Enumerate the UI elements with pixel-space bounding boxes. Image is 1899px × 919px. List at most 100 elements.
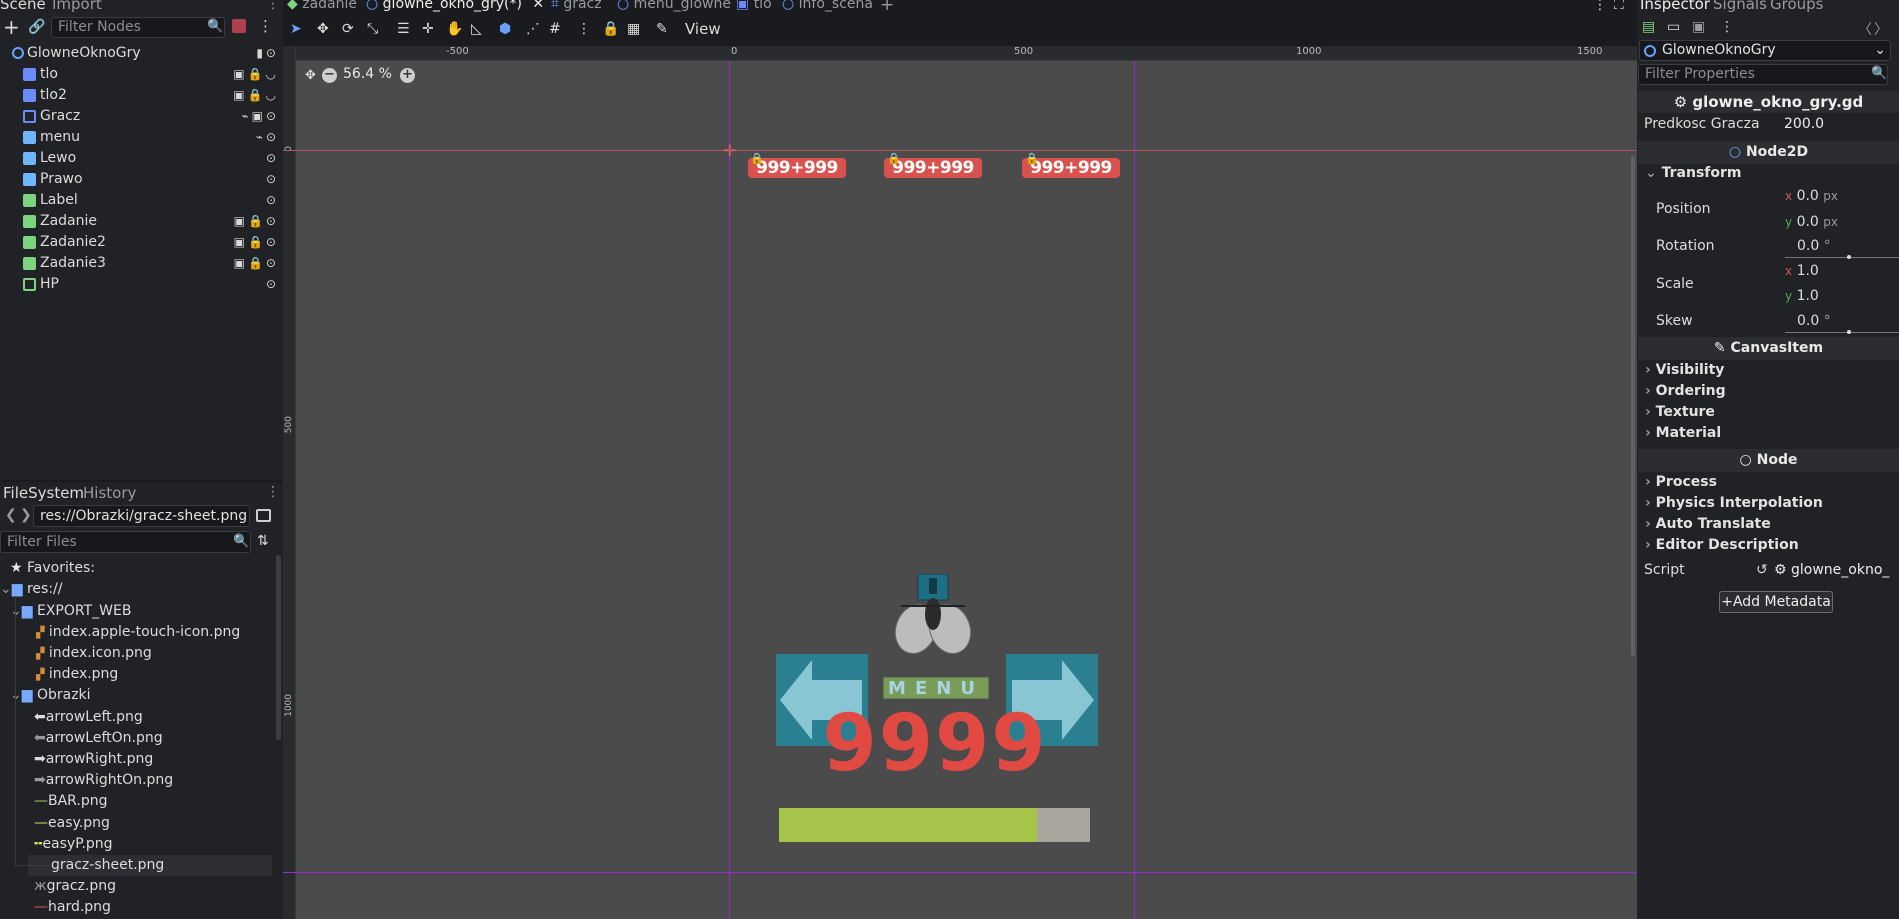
- group-visibility[interactable]: › Visibility: [1645, 362, 1724, 378]
- center-view-icon[interactable]: ✥: [305, 68, 316, 83]
- scale-tool-icon[interactable]: ⤡: [367, 21, 378, 37]
- tab-scene[interactable]: Scene: [0, 0, 46, 13]
- scale-y-field[interactable]: y 1.0: [1785, 288, 1819, 304]
- position-y-field[interactable]: y 0.0 px: [1785, 214, 1838, 230]
- file-item[interactable]: ▞ index.icon.png: [36, 643, 152, 664]
- zoom-out-icon[interactable]: −: [322, 68, 337, 83]
- file-item[interactable]: —easy.png: [34, 813, 110, 834]
- sort-icon[interactable]: ⇅: [257, 533, 269, 549]
- favorites-item[interactable]: ★ Favorites:: [10, 558, 95, 579]
- export-web-folder[interactable]: ⌄▆ EXPORT_WEB: [10, 601, 131, 622]
- path-field[interactable]: res://Obrazki/gracz-sheet.png: [33, 505, 250, 527]
- file-item[interactable]: ➡arrowRight.png: [34, 749, 153, 770]
- file-item[interactable]: ➡arrowRightOn.png: [34, 770, 173, 791]
- tab-signals[interactable]: Signals: [1713, 0, 1767, 13]
- node-lock-icons[interactable]: ▣🔒⊙: [234, 253, 279, 274]
- snap-settings-icon[interactable]: ⋰: [526, 21, 540, 37]
- tab-info-scena[interactable]: ○ info_scena: [782, 0, 873, 12]
- file-item-selected[interactable]: gracz-sheet.png: [51, 855, 164, 876]
- scrollbar[interactable]: [276, 555, 281, 740]
- group-texture[interactable]: › Texture: [1645, 404, 1715, 420]
- filter-properties-input[interactable]: Filter Properties: [1638, 64, 1888, 85]
- group-auto-translate[interactable]: › Auto Translate: [1645, 516, 1771, 532]
- dock-menu-icon[interactable]: ⋮: [266, 0, 280, 12]
- grid-snap-icon[interactable]: #: [549, 21, 561, 37]
- node-lock-icons[interactable]: ▣🔒◡: [233, 85, 279, 106]
- select-tool-icon[interactable]: ➤: [290, 21, 302, 37]
- file-item[interactable]: ▞ index.png: [36, 664, 118, 685]
- scale-x-field[interactable]: x 1.0: [1785, 263, 1819, 279]
- tab-zadanie[interactable]: ◆ zadanie: [287, 0, 357, 12]
- lock-icon[interactable]: 🔒: [602, 21, 619, 37]
- move-tool-icon[interactable]: ✥: [317, 21, 329, 37]
- tab-glowne-okno-gry[interactable]: ○ glowne_okno_gry(*) ✕: [366, 0, 544, 12]
- forward-arrow-icon[interactable]: ❯: [20, 507, 32, 523]
- eye-icon[interactable]: ⊙: [266, 274, 279, 295]
- file-item[interactable]: ╍easyP.png: [34, 834, 113, 855]
- tab-inspector[interactable]: Inspector: [1640, 0, 1710, 13]
- eye-icon[interactable]: ⊙: [266, 148, 279, 169]
- rotation-field[interactable]: 0.0 °: [1797, 238, 1831, 254]
- group-material[interactable]: › Material: [1645, 425, 1721, 441]
- tab-filesystem[interactable]: FileSystem: [3, 484, 84, 502]
- file-item[interactable]: ▞ index.apple-touch-icon.png: [36, 622, 240, 643]
- distraction-free-icon[interactable]: ⛶: [1614, 0, 1624, 13]
- group-icon[interactable]: ▦: [627, 21, 640, 37]
- tree-node-zadanie3[interactable]: Zadanie3 ▣🔒⊙: [0, 253, 283, 274]
- tree-node-gracz[interactable]: Gracz ⌁▣⊙: [0, 106, 283, 127]
- tree-node-tlo2[interactable]: tlo2 ▣🔒◡: [0, 85, 283, 106]
- group-process[interactable]: › Process: [1645, 474, 1717, 490]
- canvas-viewport[interactable]: -500 0 500 1000 1500 0 500 1000 ✥ − 56.4…: [283, 46, 1637, 919]
- dock-menu-icon[interactable]: ⋮: [266, 484, 280, 500]
- zoom-in-icon[interactable]: +: [400, 68, 415, 83]
- node-signal-icons[interactable]: ⌁⊙: [256, 127, 279, 148]
- tab-history[interactable]: History: [83, 484, 136, 502]
- save-icon[interactable]: ▣: [1692, 19, 1705, 35]
- tab-tlo[interactable]: ▣ tlo: [736, 0, 772, 12]
- tab-import[interactable]: Import: [52, 0, 102, 13]
- tab-menu-glowne[interactable]: ○ menu_glowne: [617, 0, 731, 12]
- add-tab-icon[interactable]: +: [880, 0, 894, 15]
- split-view-icon[interactable]: [256, 509, 271, 522]
- open-folder-icon[interactable]: ▭: [1667, 19, 1680, 35]
- tree-node-zadanie[interactable]: Zadanie ▣🔒⊙: [0, 211, 283, 232]
- inspector-menu-icon[interactable]: ⋮: [1720, 19, 1734, 35]
- tree-node-prawo[interactable]: Prawo ⊙: [0, 169, 283, 190]
- property-value[interactable]: 200.0: [1784, 116, 1824, 132]
- section-node[interactable]: ○ Node: [1638, 449, 1899, 472]
- rotation-slider[interactable]: [1785, 257, 1899, 258]
- link-icon[interactable]: 🔗: [28, 19, 45, 35]
- add-metadata-button[interactable]: +Add Metadata: [1719, 591, 1833, 613]
- close-icon[interactable]: ✕: [532, 0, 544, 12]
- ruler-tool-icon[interactable]: ◺: [471, 21, 482, 37]
- filter-files-input[interactable]: Filter Files: [0, 531, 251, 553]
- history-forward-icon[interactable]: 〉: [1874, 19, 1888, 39]
- group-transform[interactable]: ⌄ Transform: [1645, 165, 1741, 181]
- tab-gracz[interactable]: ⌗ gracz: [551, 0, 602, 12]
- tree-node-lewo[interactable]: Lewo ⊙: [0, 148, 283, 169]
- group-physics-interpolation[interactable]: › Physics Interpolation: [1645, 495, 1823, 511]
- node-lock-icons[interactable]: ▣🔒⊙: [234, 232, 279, 253]
- file-item[interactable]: —hard.png: [34, 897, 111, 918]
- add-node-icon[interactable]: +: [3, 17, 20, 37]
- player-fly-sprite[interactable]: [891, 574, 975, 656]
- obrazki-folder[interactable]: ⌄▆ Obrazki: [10, 685, 91, 706]
- file-item[interactable]: ⬅arrowLeft.png: [34, 707, 143, 728]
- menu-button[interactable]: MENU: [883, 677, 989, 699]
- slider-handle[interactable]: [1847, 330, 1851, 334]
- group-editor-description[interactable]: › Editor Description: [1645, 537, 1799, 553]
- slider-handle[interactable]: [1847, 255, 1851, 259]
- pivot-tool-icon[interactable]: ✛: [422, 21, 434, 37]
- snap-menu-icon[interactable]: ⋮: [577, 21, 591, 37]
- tree-node-hp[interactable]: HP ⊙: [0, 274, 283, 295]
- history-back-icon[interactable]: 〈: [1858, 19, 1872, 39]
- file-item[interactable]: ⬅arrowLeftOn.png: [34, 728, 163, 749]
- file-item[interactable]: жgracz.png: [34, 876, 116, 897]
- position-x-field[interactable]: x 0.0 px: [1785, 188, 1838, 204]
- pan-tool-icon[interactable]: ✋: [446, 21, 463, 37]
- node-lock-icons[interactable]: ▣🔒◡: [233, 64, 279, 85]
- node-visibility-icons[interactable]: ▮⊙: [256, 43, 279, 64]
- node-lock-icons[interactable]: ▣🔒⊙: [234, 211, 279, 232]
- revert-icon[interactable]: ↺: [1756, 562, 1768, 578]
- res-folder[interactable]: ⌄▆ res://: [0, 579, 62, 600]
